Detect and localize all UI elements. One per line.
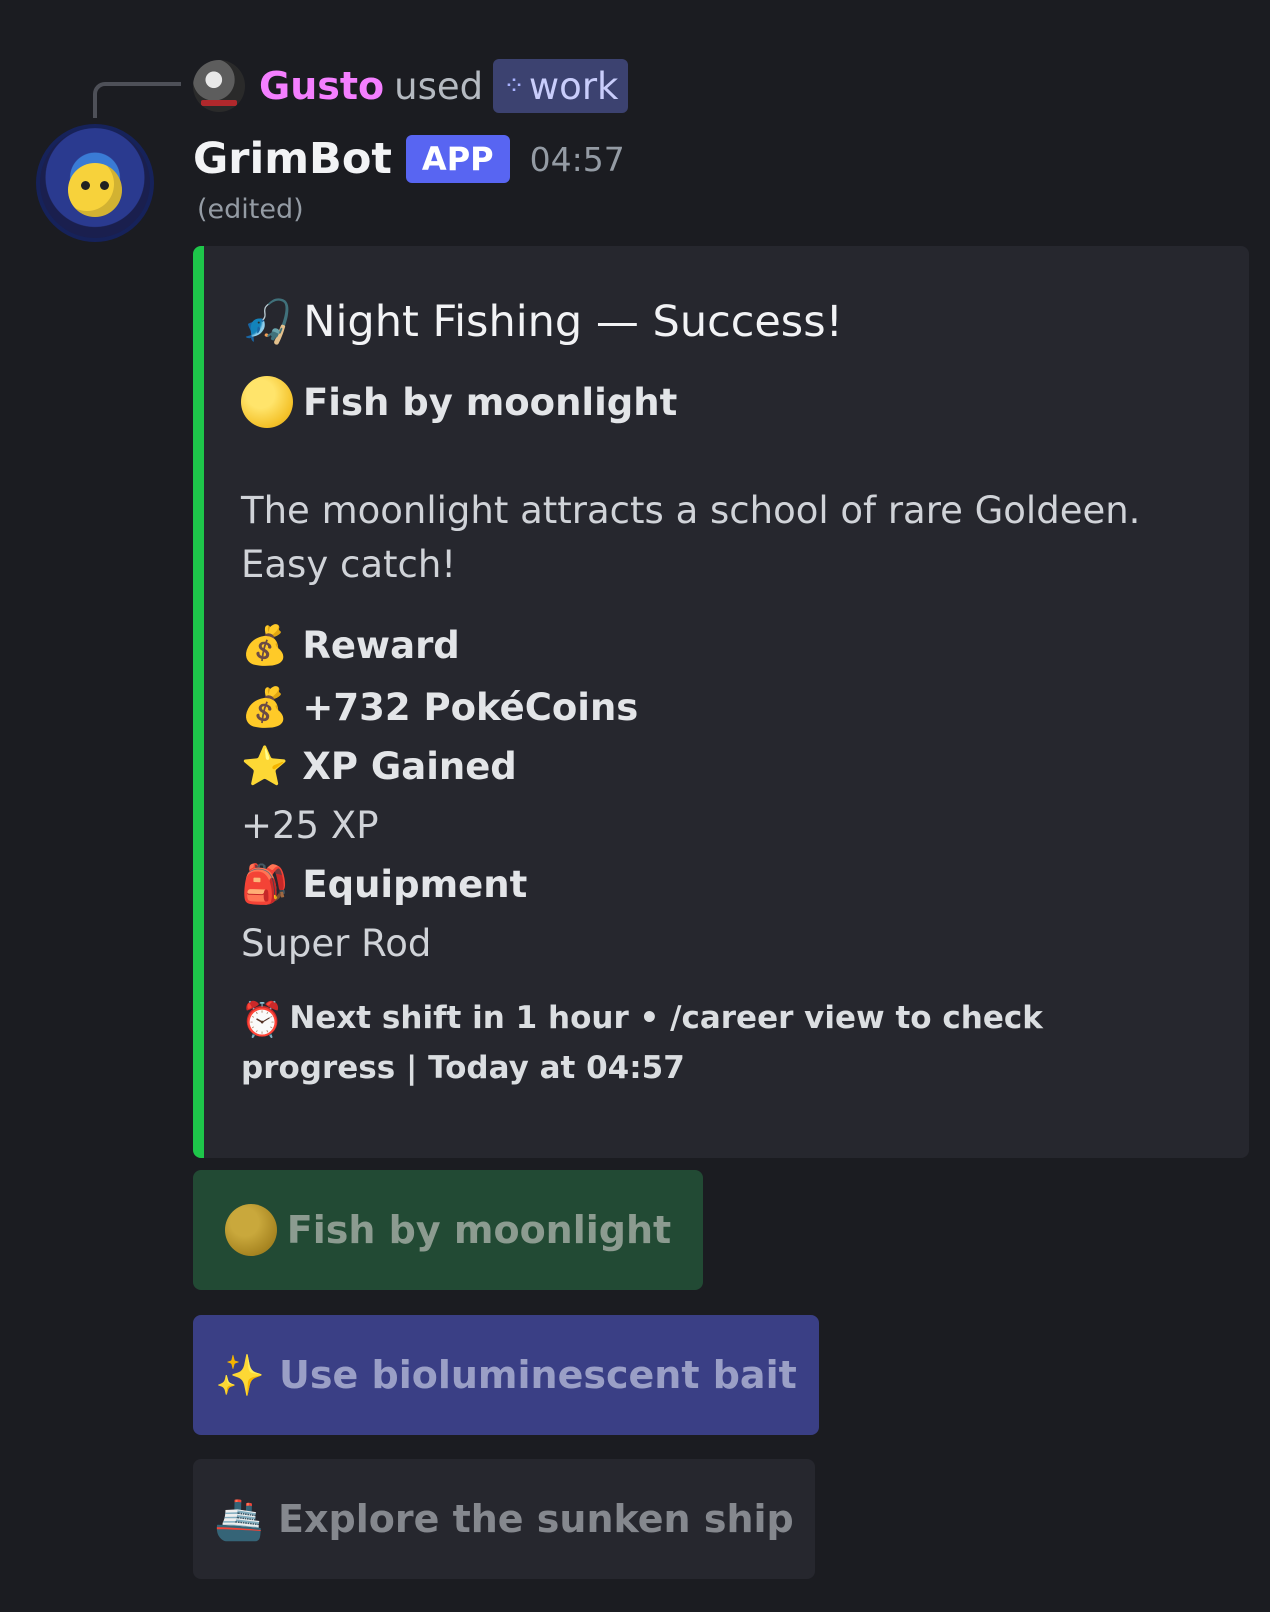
moon-icon [241, 376, 293, 428]
embed-choice-text: Fish by moonlight [303, 380, 678, 424]
field-equipment-value: Super Rod [241, 921, 432, 965]
command-name: work [528, 64, 619, 108]
field-reward-name: Reward [302, 623, 460, 667]
backpack-icon: 🎒 [241, 861, 289, 906]
field-xp: ⭐ XP Gained [241, 738, 1209, 794]
app-badge: APP [405, 135, 510, 183]
embed-choice: Fish by moonlight [241, 374, 1209, 430]
money-bag-icon: 💰 [241, 622, 289, 667]
embed-footer-text: Next shift in 1 hour • /career view to c… [241, 1000, 1043, 1086]
use-bioluminescent-bait-button[interactable]: ✨ Use bioluminescent bait [193, 1315, 819, 1435]
ship-icon: 🚢 [214, 1496, 265, 1543]
money-bag-icon: 💰 [241, 684, 289, 729]
edited-label: (edited) [197, 194, 304, 225]
embed-card: 🎣 Night Fishing — Success! Fish by moonl… [193, 246, 1249, 1158]
embed-accent-bar [193, 246, 204, 1158]
star-icon: ⭐ [241, 743, 289, 788]
embed-description: The moonlight attracts a school of rare … [241, 489, 1141, 586]
fishing-rod-icon: 🎣 [241, 297, 294, 346]
bot-avatar[interactable] [36, 124, 154, 242]
timestamp[interactable]: 04:57 [530, 140, 625, 179]
button-label: Explore the sunken ship [278, 1497, 794, 1541]
sparkles-icon: ✨ [215, 1352, 266, 1399]
explore-sunken-ship-button[interactable]: 🚢 Explore the sunken ship [193, 1459, 815, 1579]
embed-footer: ⏰ Next shift in 1 hour • /career view to … [241, 994, 1201, 1092]
reply-username[interactable]: Gusto [259, 64, 384, 108]
reply-context[interactable]: Gusto used ⁘ work [193, 58, 629, 114]
field-equipment-name: Equipment [302, 862, 528, 906]
avatar-mascot [68, 163, 122, 217]
field-equipment: 🎒 Equipment [241, 856, 1209, 912]
bot-name[interactable]: GrimBot [193, 134, 392, 184]
user-avatar[interactable] [193, 60, 245, 112]
alarm-clock-icon: ⏰ [241, 999, 284, 1040]
apps-icon: ⁘ [503, 71, 525, 101]
message-view: Gusto used ⁘ work GrimBot APP 04:57 (edi… [0, 0, 1270, 1612]
field-xp-name: XP Gained [302, 744, 517, 788]
button-label: Fish by moonlight [286, 1208, 672, 1252]
field-coins-name: +732 PokéCoins [302, 685, 639, 729]
reply-used-text: used [394, 64, 484, 108]
embed-title-text: Night Fishing — Success! [303, 297, 843, 347]
embed-title: 🎣 Night Fishing — Success! [241, 292, 1209, 352]
field-xp-value: +25 XP [241, 803, 379, 847]
fish-by-moonlight-button[interactable]: Fish by moonlight [193, 1170, 703, 1290]
message-header: GrimBot APP 04:57 [193, 134, 625, 184]
moon-icon [224, 1204, 277, 1256]
field-reward: 💰 Reward [241, 614, 1209, 676]
reply-connector [93, 82, 181, 118]
command-mention[interactable]: ⁘ work [493, 59, 629, 113]
button-label: Use bioluminescent bait [279, 1353, 797, 1397]
field-coins: 💰 +732 PokéCoins [241, 676, 1209, 738]
